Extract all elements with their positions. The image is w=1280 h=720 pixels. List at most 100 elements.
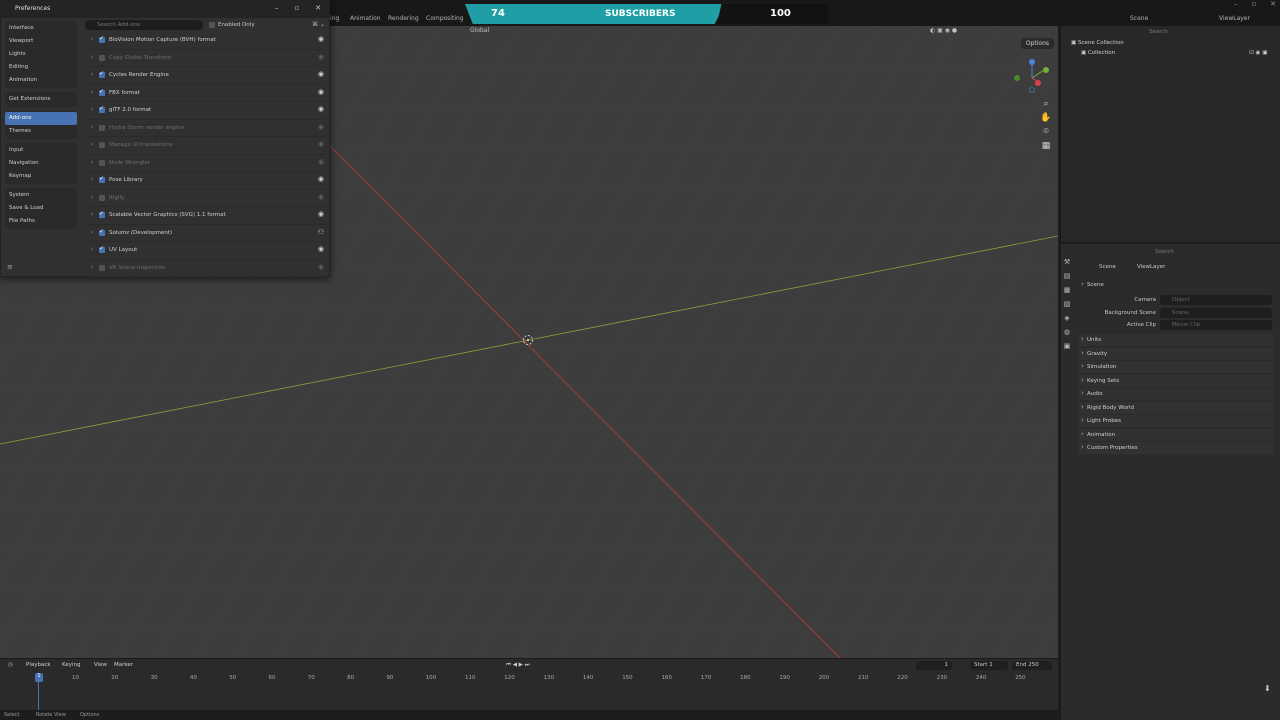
playback-controls[interactable]: ⏮ ◀ ▶ ⏭ <box>506 662 530 669</box>
addon-row[interactable]: › Manage UI translations ◉ <box>85 137 327 155</box>
addon-enable-checkbox[interactable] <box>99 159 105 166</box>
sidebar-item-keymap[interactable]: Keymap <box>5 170 77 183</box>
collection-tab-icon[interactable]: ▣ <box>1061 342 1073 354</box>
addon-enable-checkbox[interactable] <box>99 142 105 148</box>
current-frame-field[interactable]: 1 <box>916 661 952 670</box>
hamburger-menu-icon[interactable]: ≡ <box>7 263 13 271</box>
sidebar-item-editing[interactable]: Editing <box>5 61 77 74</box>
panel-simulation[interactable]: Simulation <box>1078 361 1274 373</box>
output-tab-icon[interactable]: ▦ <box>1061 286 1073 298</box>
panel-light-probes[interactable]: Light Probes <box>1078 415 1274 427</box>
addon-enable-checkbox[interactable] <box>99 70 105 78</box>
addon-row[interactable]: › Hydra Storm render engine ◉ <box>85 120 327 137</box>
addon-enable-checkbox[interactable] <box>99 105 105 113</box>
view-layer-tab-icon[interactable]: ▧ <box>1061 300 1073 312</box>
addon-enable-checkbox[interactable] <box>99 175 105 183</box>
timeline-menu-playback[interactable]: Playback <box>26 662 51 668</box>
addon-enable-checkbox[interactable] <box>99 54 105 61</box>
outliner-scene-collection[interactable]: ▣ Scene Collection <box>1071 40 1124 46</box>
chevron-right-icon[interactable]: › <box>91 71 93 78</box>
panel-rigid-body-world[interactable]: Rigid Body World <box>1078 401 1274 414</box>
sidebar-item-themes[interactable]: Themes <box>5 125 77 138</box>
chevron-right-icon[interactable]: › <box>91 141 93 148</box>
close-icon[interactable]: ✕ <box>1270 0 1276 8</box>
sidebar-item-save-load[interactable]: Save & Load <box>5 202 77 215</box>
chevron-right-icon[interactable]: › <box>91 229 93 236</box>
sidebar-item-interface[interactable]: Interface <box>5 22 77 35</box>
outliner-search-input[interactable]: Search <box>1149 29 1168 35</box>
addon-row[interactable]: › Cycles Render Engine ◉ <box>85 67 327 85</box>
scene-section-header[interactable]: Scene <box>1078 279 1274 291</box>
panel-custom-properties[interactable]: Custom Properties <box>1078 442 1274 454</box>
field-input[interactable]: Movie Clip <box>1160 320 1272 330</box>
end-frame-field[interactable]: End 250 <box>1012 661 1052 670</box>
pin-icon[interactable]: ⬇ <box>1264 684 1271 693</box>
addon-enable-checkbox[interactable] <box>99 228 105 236</box>
addon-row[interactable]: › FBX format ◉ <box>85 85 327 102</box>
addon-row[interactable]: › Copy Global Transform ◉ <box>85 50 327 67</box>
minimize-icon[interactable]: – <box>1234 0 1238 8</box>
sidebar-item-animation[interactable]: Animation <box>5 74 77 87</box>
sidebar-item-file-paths[interactable]: File Paths <box>5 215 77 228</box>
chevron-right-icon[interactable]: › <box>91 159 93 166</box>
zoom-icon[interactable]: ⌕ <box>1040 98 1052 110</box>
sidebar-item-input[interactable]: Input <box>5 144 77 157</box>
chevron-right-icon[interactable]: › <box>91 54 93 61</box>
editor-type-icon[interactable]: ◷ <box>8 662 13 668</box>
panel-units[interactable]: Units <box>1078 334 1274 346</box>
chevron-right-icon[interactable]: › <box>91 264 93 271</box>
field-input[interactable]: Object <box>1160 295 1272 305</box>
camera-icon[interactable]: ⌾ <box>1040 126 1052 138</box>
panel-gravity[interactable]: Gravity <box>1078 347 1274 360</box>
scene-tab-icon[interactable]: ◈ <box>1061 314 1073 326</box>
chevron-right-icon[interactable]: › <box>91 194 93 201</box>
chevron-right-icon[interactable]: › <box>91 124 93 131</box>
collection-visibility-icons[interactable]: ☑ ◉ ▣ <box>1249 50 1267 56</box>
addon-enable-checkbox[interactable] <box>99 264 105 271</box>
timeline-menu-keying[interactable]: Keying <box>62 662 80 668</box>
addon-enable-checkbox[interactable] <box>99 124 105 131</box>
transform-orientation-dropdown[interactable]: Global <box>470 27 489 34</box>
enabled-only-toggle[interactable]: Enabled Only <box>209 22 255 28</box>
chevron-right-icon[interactable]: › <box>91 211 93 218</box>
sidebar-item-lights[interactable]: Lights <box>5 48 77 61</box>
addon-row[interactable]: › Node Wrangler ◉ <box>85 155 327 172</box>
pan-hand-icon[interactable]: ✋ <box>1040 112 1052 124</box>
addon-row[interactable]: › Scalable Vector Graphics (SVG) 1.1 form… <box>85 207 327 225</box>
sidebar-item-viewport[interactable]: Viewport <box>5 35 77 48</box>
world-tab-icon[interactable]: ◍ <box>1061 328 1073 340</box>
start-frame-field[interactable]: Start 1 <box>970 661 1008 670</box>
panel-keying-sets[interactable]: Keying Sets <box>1078 374 1274 387</box>
maximize-icon[interactable]: ▫ <box>294 4 299 12</box>
timeline-menu-marker[interactable]: Marker <box>114 662 133 668</box>
scene-selector[interactable]: Scene <box>1130 15 1148 22</box>
sidebar-item-navigation[interactable]: Navigation <box>5 157 77 170</box>
maximize-icon[interactable]: ▫ <box>1251 0 1256 8</box>
workspace-tab-compositing[interactable]: Compositing <box>426 15 464 22</box>
addon-row[interactable]: › Rigify ◉ <box>85 190 327 207</box>
chevron-right-icon[interactable]: › <box>91 176 93 183</box>
sidebar-item-system[interactable]: System <box>5 189 77 202</box>
current-frame-marker[interactable]: 1 <box>35 673 43 682</box>
tag-filter-icon[interactable]: ⌘ ⌄ <box>312 21 325 28</box>
grid-view-icon[interactable]: ▦ <box>1040 140 1052 152</box>
close-icon[interactable]: ✕ <box>315 4 321 12</box>
addon-enable-checkbox[interactable] <box>99 210 105 218</box>
options-button[interactable]: Options <box>1020 38 1054 49</box>
tool-tab-icon[interactable]: ⚒ <box>1061 258 1073 270</box>
chevron-right-icon[interactable]: › <box>91 246 93 253</box>
minimize-icon[interactable]: – <box>275 4 279 12</box>
workspace-tab-layout[interactable]: ing <box>330 15 339 22</box>
sidebar-item-add-ons[interactable]: Add-ons <box>5 112 77 125</box>
addon-enable-checkbox[interactable] <box>99 245 105 253</box>
addon-enable-checkbox[interactable] <box>99 194 105 201</box>
chevron-right-icon[interactable]: › <box>91 89 93 96</box>
workspace-tab-rendering[interactable]: Rendering <box>388 15 419 22</box>
addon-enable-checkbox[interactable] <box>99 88 105 96</box>
viewlayer-selector[interactable]: ViewLayer <box>1219 15 1250 22</box>
field-input[interactable]: Scene <box>1160 307 1272 318</box>
viewport-shading-icon[interactable]: ◐ ▣ ◉ ● <box>930 27 957 34</box>
chevron-right-icon[interactable]: › <box>91 106 93 113</box>
addon-row[interactable]: › glTF 2.0 format ◉ <box>85 102 327 120</box>
addon-row[interactable]: › BioVision Motion Capture (BVH) format ◉ <box>85 32 327 50</box>
